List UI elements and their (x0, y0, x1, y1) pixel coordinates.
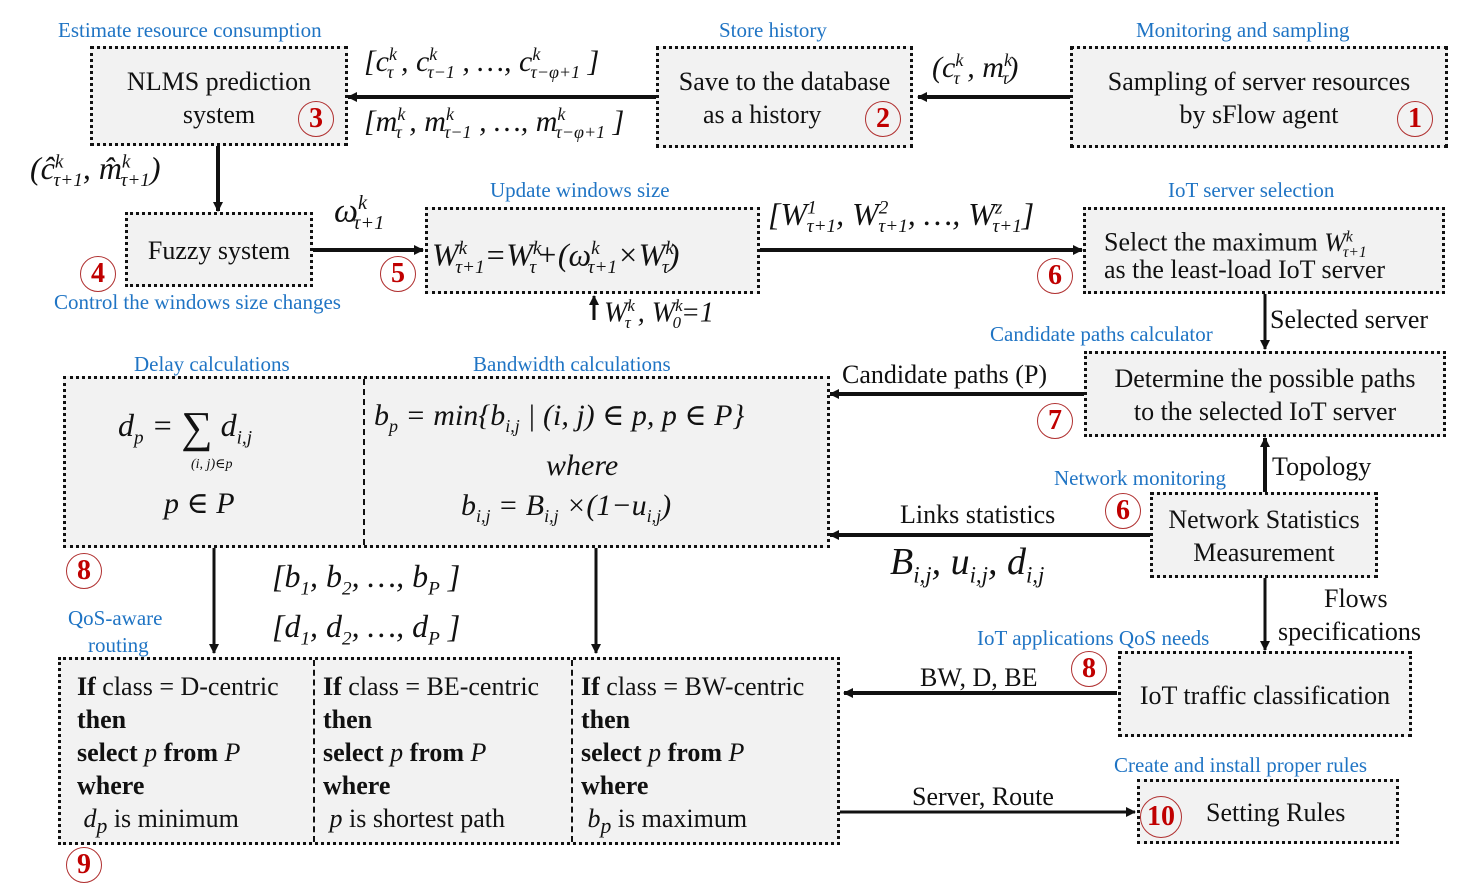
network-stats-line2: Measurement (1193, 538, 1335, 567)
edge-label-cpu-history: [ckτ , ckτ−1 , …, ckτ−φ+1 ] (364, 44, 600, 82)
edge-label-window-init: Wkτ , Wk0=1 (604, 296, 714, 332)
section-label-create-rules: Create and install proper rules (1114, 753, 1368, 777)
edge-label-classes: BW, D, BE (920, 663, 1038, 692)
edge-label-bandwidth-vector: [b1, b2, …, bP ] (272, 558, 461, 600)
rule-bw-centric: If class = BW-centric then select p from… (581, 670, 804, 843)
section-label-qos-needs: IoT applications QoS needs (977, 626, 1210, 650)
section-label-network-monitoring: Network monitoring (1054, 466, 1227, 490)
edge-label-selected-server: Selected server (1270, 305, 1429, 334)
edge-label-server-route: Server, Route (912, 782, 1054, 811)
path-metrics-divider (363, 379, 365, 545)
rule-be-result: p is shortest path (329, 804, 506, 833)
server-selection-box[interactable]: Select the maximum Wkτ+1 as the least-lo… (1083, 207, 1445, 294)
step-badge-3: 3 (298, 101, 334, 137)
bandwidth-where: where (546, 449, 619, 482)
link-bandwidth-formula: bi,j = Bi,j ×(1−ui,j) (461, 489, 672, 526)
section-label-server-selection: IoT server selection (1168, 178, 1335, 202)
fuzzy-box-label: Fuzzy system (147, 236, 291, 265)
qos-routing-box[interactable]: If class = D-centric then select p from … (58, 657, 840, 845)
section-label-store-history: Store history (719, 18, 827, 42)
step-badge-4: 4 (80, 256, 116, 292)
edge-label-predicted: (ĉkτ+1, m̂kτ+1) (30, 150, 161, 192)
step-badge-2: 2 (865, 101, 901, 137)
edge-label-links-statistics: Links statistics (900, 500, 1056, 529)
rule-be-where: where (323, 771, 391, 800)
section-label-estimate: Estimate resource consumption (58, 18, 322, 42)
edge-label-specifications: specifications (1278, 617, 1421, 646)
rule-bw-where: where (581, 771, 649, 800)
network-stats-line1: Network Statistics (1168, 505, 1360, 534)
rule-be-select: select p from P (323, 738, 487, 767)
traffic-classification-box[interactable]: IoT traffic classification (1118, 651, 1412, 737)
database-box-line1: Save to the database (678, 67, 891, 96)
rule-be-if: If class = BE-centric (323, 672, 540, 701)
step-badge-9: 9 (66, 847, 102, 883)
fuzzy-box[interactable]: Fuzzy system (125, 212, 313, 287)
edge-label-candidate-paths: Candidate paths (P) (842, 360, 1048, 389)
rule-bw-select: select p from P (581, 738, 745, 767)
sampling-box-line2: by sFlow agent (1179, 100, 1339, 129)
section-label-control: Control the windows size changes (54, 290, 341, 314)
rule-d-if: If class = D-centric (77, 672, 279, 701)
rule-be-centric: If class = BE-centric then select p from… (323, 670, 539, 835)
edge-label-flows: Flows (1324, 584, 1388, 613)
nlms-box-line1: NLMS prediction (126, 67, 312, 96)
delay-sum-index: (i, j)∈p (191, 457, 233, 472)
step-badge-1: 1 (1397, 101, 1433, 137)
routing-divider-1 (313, 660, 315, 842)
section-label-bandwidth: Bandwidth calculations (473, 352, 671, 376)
edge-label-omega: ωkτ+1 (334, 192, 385, 235)
setting-rules-label: Setting Rules (1206, 798, 1346, 827)
edge-label-cpu-mem-sample: (ckτ , mkτ) (932, 50, 1019, 88)
section-label-qos-routing-1: QoS-aware (68, 606, 163, 630)
traffic-classification-label: IoT traffic classification (1139, 681, 1391, 710)
rule-be-then: then (323, 705, 373, 734)
rule-bw-result: bp is maximum (587, 804, 748, 839)
candidate-paths-line2: to the selected IoT server (1133, 397, 1397, 426)
step-badge-5: 5 (380, 256, 416, 292)
rule-d-select: select p from P (77, 738, 241, 767)
step-badge-10: 10 (1140, 796, 1182, 838)
rule-d-result: dp is minimum (83, 804, 239, 839)
rule-bw-then: then (581, 705, 631, 734)
section-label-delay: Delay calculations (134, 352, 290, 376)
sampling-box-line1: Sampling of server resources (1107, 67, 1411, 96)
rule-d-where: where (77, 771, 145, 800)
step-badge-8-classification: 8 (1071, 651, 1107, 687)
edge-label-topology: Topology (1272, 452, 1372, 481)
section-label-candidate-paths: Candidate paths calculator (990, 322, 1213, 346)
window-update-box[interactable]: Wkτ+1=Wkτ+(ωkτ+1×Wkτ) (425, 207, 760, 294)
sampling-box[interactable]: Sampling of server resources by sFlow ag… (1070, 46, 1448, 148)
section-label-update: Update windows size (490, 178, 670, 202)
section-label-qos-routing-2: routing (88, 633, 149, 657)
section-label-monitoring: Monitoring and sampling (1136, 18, 1350, 42)
edge-label-delay-vector: [d1, d2, …, dP ] (272, 608, 461, 650)
delay-domain: p ∈ P (164, 487, 235, 520)
step-badge-6-network: 6 (1105, 493, 1141, 529)
server-selection-line2: as the least-load IoT server (1104, 255, 1386, 284)
edge-label-window-vector: [W1τ+1, W2τ+1, …, Wzτ+1] (768, 196, 1035, 238)
routing-divider-2 (571, 660, 573, 842)
rule-d-then: then (77, 705, 127, 734)
step-badge-8-metrics: 8 (66, 553, 102, 589)
path-metrics-box[interactable]: dp = ∑ di,j (i, j)∈p p ∈ P bp = min{bi,j… (63, 376, 830, 548)
edge-label-link-vars: Bi,j, ui,j, di,j (890, 541, 1045, 588)
rule-bw-if: If class = BW-centric (581, 672, 805, 701)
edge-label-mem-history: [mkτ , mkτ−1 , …, mkτ−φ+1 ] (364, 104, 625, 142)
step-badge-7: 7 (1037, 403, 1073, 439)
rule-d-centric: If class = D-centric then select p from … (77, 670, 279, 843)
database-box-line2: as a history (703, 100, 822, 129)
delay-formula: dp = ∑ di,j (118, 403, 253, 452)
window-update-formula: Wkτ+1=Wkτ+(ωkτ+1×Wkτ) (432, 236, 680, 279)
step-badge-6-server: 6 (1037, 258, 1073, 294)
bandwidth-formula: bp = min{bi,j | (i, j) ∈ p, p ∈ P} (374, 399, 745, 436)
network-stats-box[interactable]: Network Statistics Measurement (1150, 492, 1378, 578)
candidate-paths-box[interactable]: Determine the possible paths to the sele… (1084, 351, 1446, 437)
candidate-paths-line1: Determine the possible paths (1114, 364, 1416, 393)
